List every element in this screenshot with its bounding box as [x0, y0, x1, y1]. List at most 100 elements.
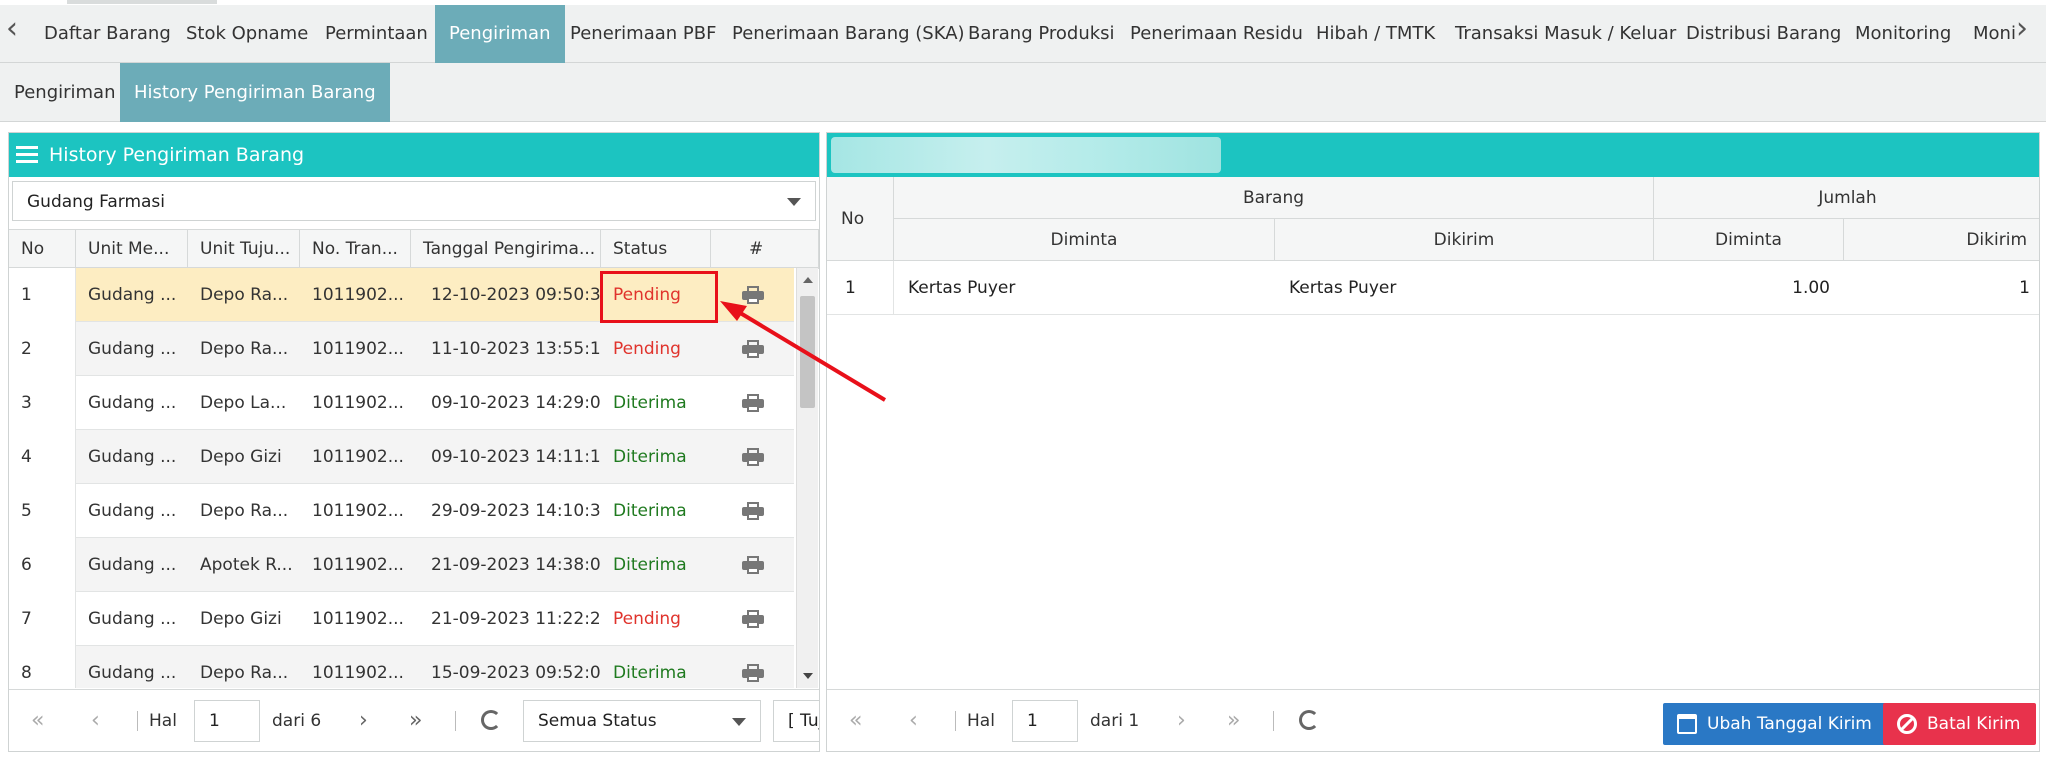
batal-kirim-button[interactable]: Batal Kirim — [1883, 703, 2037, 745]
prev-page-icon[interactable]: ‹ — [91, 690, 100, 751]
refresh-icon[interactable] — [1299, 710, 1319, 730]
row-status: Pending — [613, 609, 681, 629]
row-tanggal: 21-09-2023 14:38:03 — [431, 555, 601, 575]
grid-header: No Unit Me... Unit Tuju... No. Tran... T… — [9, 229, 819, 269]
col-group-barang: Barang — [894, 177, 1654, 219]
chevron-down-icon[interactable] — [732, 718, 746, 726]
tab-permintaan[interactable]: Permintaan — [311, 5, 442, 63]
col-barang-dikirim[interactable]: Dikirim — [1275, 219, 1654, 261]
tabs-scroll-right-icon[interactable]: › — [2016, 14, 2028, 44]
print-icon[interactable] — [742, 448, 764, 466]
row-no-tran: 1011902... — [312, 555, 404, 575]
row-unit-tuju: Depo La... — [200, 393, 287, 413]
pager-hal-label: Hal — [967, 711, 995, 731]
row-no: 4 — [9, 430, 76, 484]
row-no-tran: 1011902... — [312, 663, 404, 683]
print-icon[interactable] — [742, 286, 764, 304]
tab-penerimaan-barang-ska[interactable]: Penerimaan Barang (SKA) — [718, 5, 979, 63]
ubah-tanggal-kirim-button[interactable]: Ubah Tanggal Kirim — [1663, 703, 1888, 745]
tab-monitoring[interactable]: Monitoring — [1841, 5, 1965, 63]
col-status[interactable]: Status — [601, 230, 711, 269]
tab-stok-opname[interactable]: Stok Opname — [172, 5, 322, 63]
row-no: 7 — [9, 592, 76, 646]
col-jumlah-dikirim[interactable]: Dikirim — [1844, 219, 2039, 261]
table-row[interactable]: 4 Gudang ... Depo Gizi 1011902... 09-10-… — [9, 430, 794, 484]
tabs-scroll-left-icon[interactable]: ‹ — [6, 14, 18, 44]
unit-combo[interactable]: Gudang Farmasi — [12, 181, 816, 221]
table-row[interactable]: 3 Gudang ... Depo La... 1011902... 09-10… — [9, 376, 794, 430]
page-input[interactable]: 1 — [1012, 700, 1078, 742]
table-row[interactable]: 8 Gudang ... Depo Ra... 1011902... 15-09… — [9, 646, 794, 688]
next-page-icon[interactable]: › — [359, 690, 368, 751]
tab-penerimaan-residu[interactable]: Penerimaan Residu — [1116, 5, 1317, 63]
row-unit-tuju: Depo Gizi — [200, 447, 282, 467]
row-unit-tuju: Depo Ra... — [200, 285, 289, 305]
table-row[interactable]: 2 Gudang ... Depo Ra... 1011902... 11-10… — [9, 322, 794, 376]
print-icon[interactable] — [742, 556, 764, 574]
status-filter-value: Semua Status — [538, 711, 657, 731]
refresh-icon[interactable] — [481, 710, 501, 730]
col-group-jumlah: Jumlah — [1654, 177, 2039, 219]
scroll-thumb[interactable] — [800, 296, 815, 408]
row-unit-me: Gudang ... — [88, 447, 177, 467]
row-tanggal: 29-09-2023 14:10:37 — [431, 501, 601, 521]
table-row[interactable]: 1 Kertas Puyer Kertas Puyer 1.00 1 — [827, 261, 2039, 315]
first-page-icon[interactable]: « — [31, 690, 44, 751]
table-row[interactable]: 5 Gudang ... Depo Ra... 1011902... 29-09… — [9, 484, 794, 538]
col-tanggal[interactable]: Tanggal Pengirima... — [411, 230, 601, 269]
tab-hibah-tmtk[interactable]: Hibah / TMTK — [1302, 5, 1449, 63]
pager-hal-label: Hal — [149, 711, 177, 731]
tab-pengiriman[interactable]: Pengiriman — [435, 5, 565, 63]
col-action: # — [711, 230, 819, 269]
row-tanggal: 21-09-2023 11:22:21 — [431, 609, 601, 629]
row-no: 5 — [9, 484, 76, 538]
row-unit-me: Gudang ... — [88, 285, 177, 305]
next-page-icon[interactable]: › — [1177, 690, 1186, 751]
last-page-icon[interactable]: » — [409, 690, 422, 751]
detail-panel: No Barang Jumlah Diminta Dikirim Diminta… — [826, 132, 2040, 752]
row-unit-tuju: Depo Ra... — [200, 663, 289, 683]
first-page-icon[interactable]: « — [849, 690, 862, 751]
page-input[interactable]: 1 — [194, 700, 260, 742]
tab-daftar-barang[interactable]: Daftar Barang — [30, 5, 185, 63]
ban-icon — [1897, 714, 1917, 734]
tujuan-filter-value: [ Tuj — [788, 711, 820, 731]
print-icon[interactable] — [742, 394, 764, 412]
col-no[interactable]: No — [9, 230, 76, 269]
col-no[interactable]: No — [827, 177, 894, 261]
col-barang-diminta[interactable]: Diminta — [894, 219, 1275, 261]
tab-bar-top-mark — [67, 0, 217, 4]
print-icon[interactable] — [742, 502, 764, 520]
col-unit-me[interactable]: Unit Me... — [76, 230, 188, 269]
scroll-down-icon[interactable] — [803, 673, 813, 679]
status-filter-select[interactable]: Semua Status — [523, 700, 761, 742]
print-icon[interactable] — [742, 664, 764, 682]
row-no: 2 — [9, 322, 76, 376]
col-no-tran[interactable]: No. Tran... — [300, 230, 411, 269]
tab-penerimaan-pbf[interactable]: Penerimaan PBF — [556, 5, 730, 63]
chevron-down-icon[interactable] — [787, 198, 801, 206]
tujuan-filter-select[interactable]: [ Tuj — [773, 700, 820, 742]
row-status: Diterima — [613, 393, 687, 413]
print-icon[interactable] — [742, 340, 764, 358]
row-no: 1 — [9, 268, 76, 322]
table-row[interactable]: 6 Gudang ... Apotek R... 1011902... 21-0… — [9, 538, 794, 592]
row-status: Diterima — [613, 501, 687, 521]
table-row[interactable]: 7 Gudang ... Depo Gizi 1011902... 21-09-… — [9, 592, 794, 646]
scroll-up-icon[interactable] — [803, 277, 813, 283]
print-icon[interactable] — [742, 610, 764, 628]
row-no-tran: 1011902... — [312, 393, 404, 413]
prev-page-icon[interactable]: ‹ — [909, 690, 918, 751]
grid-scrollbar[interactable] — [796, 268, 818, 688]
blurred-title — [831, 137, 1221, 173]
tab-transaksi-masuk-keluar[interactable]: Transaksi Masuk / Keluar — [1441, 5, 1690, 63]
tab-barang-produksi[interactable]: Barang Produksi — [954, 5, 1129, 63]
col-unit-tuju[interactable]: Unit Tuju... — [188, 230, 300, 269]
tab-distribusi-barang[interactable]: Distribusi Barang — [1672, 5, 1855, 63]
subtab-history-pengiriman[interactable]: History Pengiriman Barang — [120, 63, 390, 122]
subtab-pengiriman[interactable]: Pengiriman — [0, 63, 130, 122]
sub-tab-bar: Pengiriman History Pengiriman Barang — [0, 63, 2046, 122]
calendar-icon — [1677, 714, 1697, 734]
last-page-icon[interactable]: » — [1227, 690, 1240, 751]
col-jumlah-diminta[interactable]: Diminta — [1654, 219, 1844, 261]
